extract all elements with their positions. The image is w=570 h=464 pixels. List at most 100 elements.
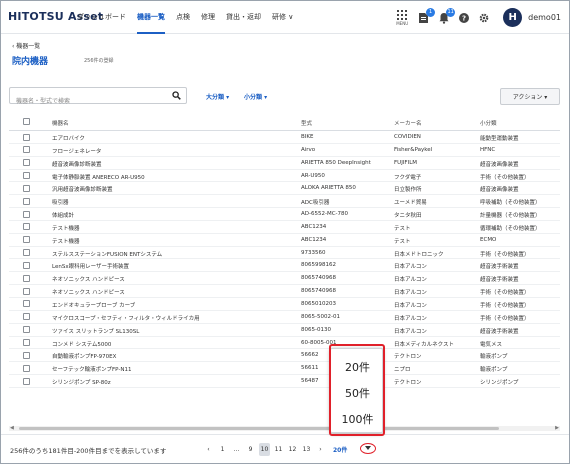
page-current[interactable]: 10 xyxy=(259,442,270,456)
horizontal-scrollbar[interactable]: ◀ ▶ xyxy=(9,426,560,431)
table-row[interactable]: フロージェネレータ Airvo Fisher&Paykel HFNC xyxy=(9,144,560,157)
table-row[interactable]: セーフテック輸液ポンプFP-N11 56611 ニプロ 輸液ポンプ xyxy=(9,362,560,376)
cell-name[interactable]: LenSx眼科用レーザー手術装置 xyxy=(52,262,297,270)
nav-training[interactable]: 研修 ∨ xyxy=(272,1,293,34)
nav-lending[interactable]: 貸出・返却 xyxy=(226,1,261,34)
table-row[interactable]: 自動輸液ポンプFP-970EX 56662 テクトロン 輸液ポンプ xyxy=(9,349,560,363)
row-checkbox[interactable] xyxy=(23,133,30,141)
action-menu-button[interactable]: アクション ▾ xyxy=(500,88,560,105)
row-checkbox[interactable] xyxy=(23,326,30,334)
cell-model: 8065740968 xyxy=(301,275,336,282)
cell-name[interactable]: 体組成計 xyxy=(52,211,297,219)
cell-name[interactable]: エンドオキュラープローブ カーブ xyxy=(52,301,297,309)
search-icon[interactable] xyxy=(172,91,181,100)
documents-button[interactable]: 1 xyxy=(418,7,436,24)
row-checkbox[interactable] xyxy=(23,261,30,269)
breadcrumb-back[interactable]: ‹ 機器一覧 xyxy=(12,41,40,50)
table-row[interactable]: ネオソニックス ハンドピース 8065740968 日本アルコン 手術（その他装置） xyxy=(9,285,560,298)
avatar[interactable]: H xyxy=(503,8,523,27)
page-link[interactable]: 1 xyxy=(217,443,228,456)
row-checkbox[interactable] xyxy=(23,210,30,218)
row-checkbox[interactable] xyxy=(23,274,30,282)
table-row[interactable]: 電子体静脈装置 ANERECO AR-U950 AR-U950 フクダ電子 手術（その… xyxy=(9,170,560,183)
row-checkbox[interactable] xyxy=(23,249,30,257)
scrollbar-thumb[interactable] xyxy=(19,427,499,430)
row-checkbox[interactable] xyxy=(23,351,30,359)
table-row[interactable]: エンドオキュラープローブ カーブ 8065010203 日本アルコン 手術（その他装置… xyxy=(9,298,560,311)
cell-name[interactable]: 超音波画像診断装置 xyxy=(52,160,297,168)
row-checkbox[interactable] xyxy=(23,184,30,192)
cell-name[interactable]: シリンジポンプ SP-80z xyxy=(52,378,297,386)
user-name[interactable]: demo01 xyxy=(528,13,561,22)
nav-dashboard[interactable]: ダッシュボード xyxy=(77,1,126,34)
per-page-select[interactable]: 20件 xyxy=(333,445,347,454)
column-header-name[interactable]: 機器名 xyxy=(52,119,297,127)
cell-name[interactable]: テスト機器 xyxy=(52,237,297,245)
cell-name[interactable]: エアロバイク xyxy=(52,134,297,142)
row-checkbox[interactable] xyxy=(23,300,30,308)
table-row[interactable]: マイクロスコープ・セフティ・フィルタ・ウィルドライカ用 8065-5002-01 日… xyxy=(9,311,560,324)
filter-minor-category[interactable]: 小分類 ▾ xyxy=(244,92,267,101)
table-row[interactable]: コンメド システム5000 60-8005-001 日本メディカルネクスト 電気メス xyxy=(9,337,560,350)
column-header-model[interactable]: 型式 xyxy=(301,119,391,127)
page-prev[interactable]: ‹ xyxy=(203,443,214,456)
page-link[interactable]: 9 xyxy=(245,443,256,456)
nav-inspection[interactable]: 点検 xyxy=(176,1,190,34)
scroll-right-icon[interactable]: ▶ xyxy=(555,426,559,431)
table-row[interactable]: テスト機器 ABC1234 テスト 循環補助（その他装置） xyxy=(9,221,560,234)
cell-name[interactable]: テスト機器 xyxy=(52,224,297,232)
help-button[interactable]: ? xyxy=(459,12,470,23)
settings-button[interactable] xyxy=(479,13,489,23)
select-all-checkbox[interactable] xyxy=(23,118,30,125)
cell-name[interactable]: ツァイス スリットランプ SL130SL xyxy=(52,327,297,335)
scroll-left-icon[interactable]: ◀ xyxy=(10,426,14,431)
column-header-maker[interactable]: メーカー名 xyxy=(394,119,476,127)
table-row[interactable]: ネオソニックス ハンドピース 8065740968 日本アルコン 超音波手術装置 xyxy=(9,272,560,286)
nav-equipment-list[interactable]: 機器一覧 xyxy=(137,1,165,34)
cell-model: ADC吸引器 xyxy=(301,200,330,207)
row-checkbox[interactable] xyxy=(23,236,30,244)
column-header-category[interactable]: 小分類 xyxy=(480,119,560,127)
menu-button[interactable]: MENU xyxy=(396,9,408,26)
page-next[interactable]: › xyxy=(315,443,326,456)
row-checkbox[interactable] xyxy=(23,364,30,372)
cell-name[interactable]: ネオソニックス ハンドピース xyxy=(52,275,297,283)
row-checkbox[interactable] xyxy=(23,172,30,180)
notifications-button[interactable]: 11 xyxy=(439,7,456,24)
cell-name[interactable]: コンメド システム5000 xyxy=(52,340,297,348)
row-checkbox[interactable] xyxy=(23,339,30,346)
row-checkbox[interactable] xyxy=(23,197,30,205)
page-link[interactable]: 11 xyxy=(273,443,284,456)
nav-repair[interactable]: 修理 xyxy=(201,1,215,34)
cell-name[interactable]: 自動輸液ポンプFP-970EX xyxy=(52,352,297,360)
chevron-down-icon[interactable] xyxy=(365,446,371,450)
row-checkbox[interactable] xyxy=(23,159,30,167)
search-input[interactable] xyxy=(10,94,160,109)
page-link[interactable]: 13 xyxy=(301,443,312,456)
table-row[interactable]: 汎用超音波画像診断装置 ALOKA ARIETTA 850 日立製作所 超音波画像装置 xyxy=(9,182,560,196)
cell-name[interactable]: 吸引器 xyxy=(52,198,297,206)
cell-name[interactable]: ステルスステーションFUSION ENTシステム xyxy=(52,250,297,258)
table-row[interactable]: 体組成計 AD-6552-MC-780 タニタ秋田 計量機器（その他装置） xyxy=(9,208,560,221)
table-row[interactable]: ステルスステーションFUSION ENTシステム 9733560 日本メドトロニック… xyxy=(9,247,560,260)
cell-name[interactable]: ネオソニックス ハンドピース xyxy=(52,288,297,296)
filter-major-category[interactable]: 大分類 ▾ xyxy=(206,92,229,101)
table-row[interactable]: シリンジポンプ SP-80z 56487 テクトロン シリンジポンプ xyxy=(9,375,560,388)
cell-name[interactable]: 電子体静脈装置 ANERECO AR-U950 xyxy=(52,173,297,181)
cell-name[interactable]: 汎用超音波画像診断装置 xyxy=(52,185,297,193)
table-row[interactable]: LenSx眼科用レーザー手術装置 8065998162 日本アルコン 超音波手術装置 xyxy=(9,259,560,273)
row-checkbox[interactable] xyxy=(23,377,30,385)
row-checkbox[interactable] xyxy=(23,223,30,231)
page-link[interactable]: 12 xyxy=(287,443,298,456)
table-row[interactable]: 超音波画像診断装置 ARIETTA 850 DeepInsight FUJIFILM… xyxy=(9,157,560,170)
table-row[interactable]: 吸引器 ADC吸引器 ユーメド貿易 呼吸補助（その他装置） xyxy=(9,195,560,209)
table-row[interactable]: エアロバイク BIKE COVIDIEN 能動型運動装置 xyxy=(9,131,560,144)
row-checkbox[interactable] xyxy=(23,146,30,154)
cell-name[interactable]: マイクロスコープ・セフティ・フィルタ・ウィルドライカ用 xyxy=(52,314,297,322)
table-row[interactable]: ツァイス スリットランプ SL130SL 8065-0130 日本アルコン 超音波手術… xyxy=(9,324,560,337)
table-row[interactable]: テスト機器 ABC1234 テスト ECMO xyxy=(9,234,560,247)
cell-name[interactable]: セーフテック輸液ポンプFP-N11 xyxy=(52,365,297,373)
row-checkbox[interactable] xyxy=(23,313,30,321)
row-checkbox[interactable] xyxy=(23,287,30,295)
cell-name[interactable]: フロージェネレータ xyxy=(52,147,297,155)
